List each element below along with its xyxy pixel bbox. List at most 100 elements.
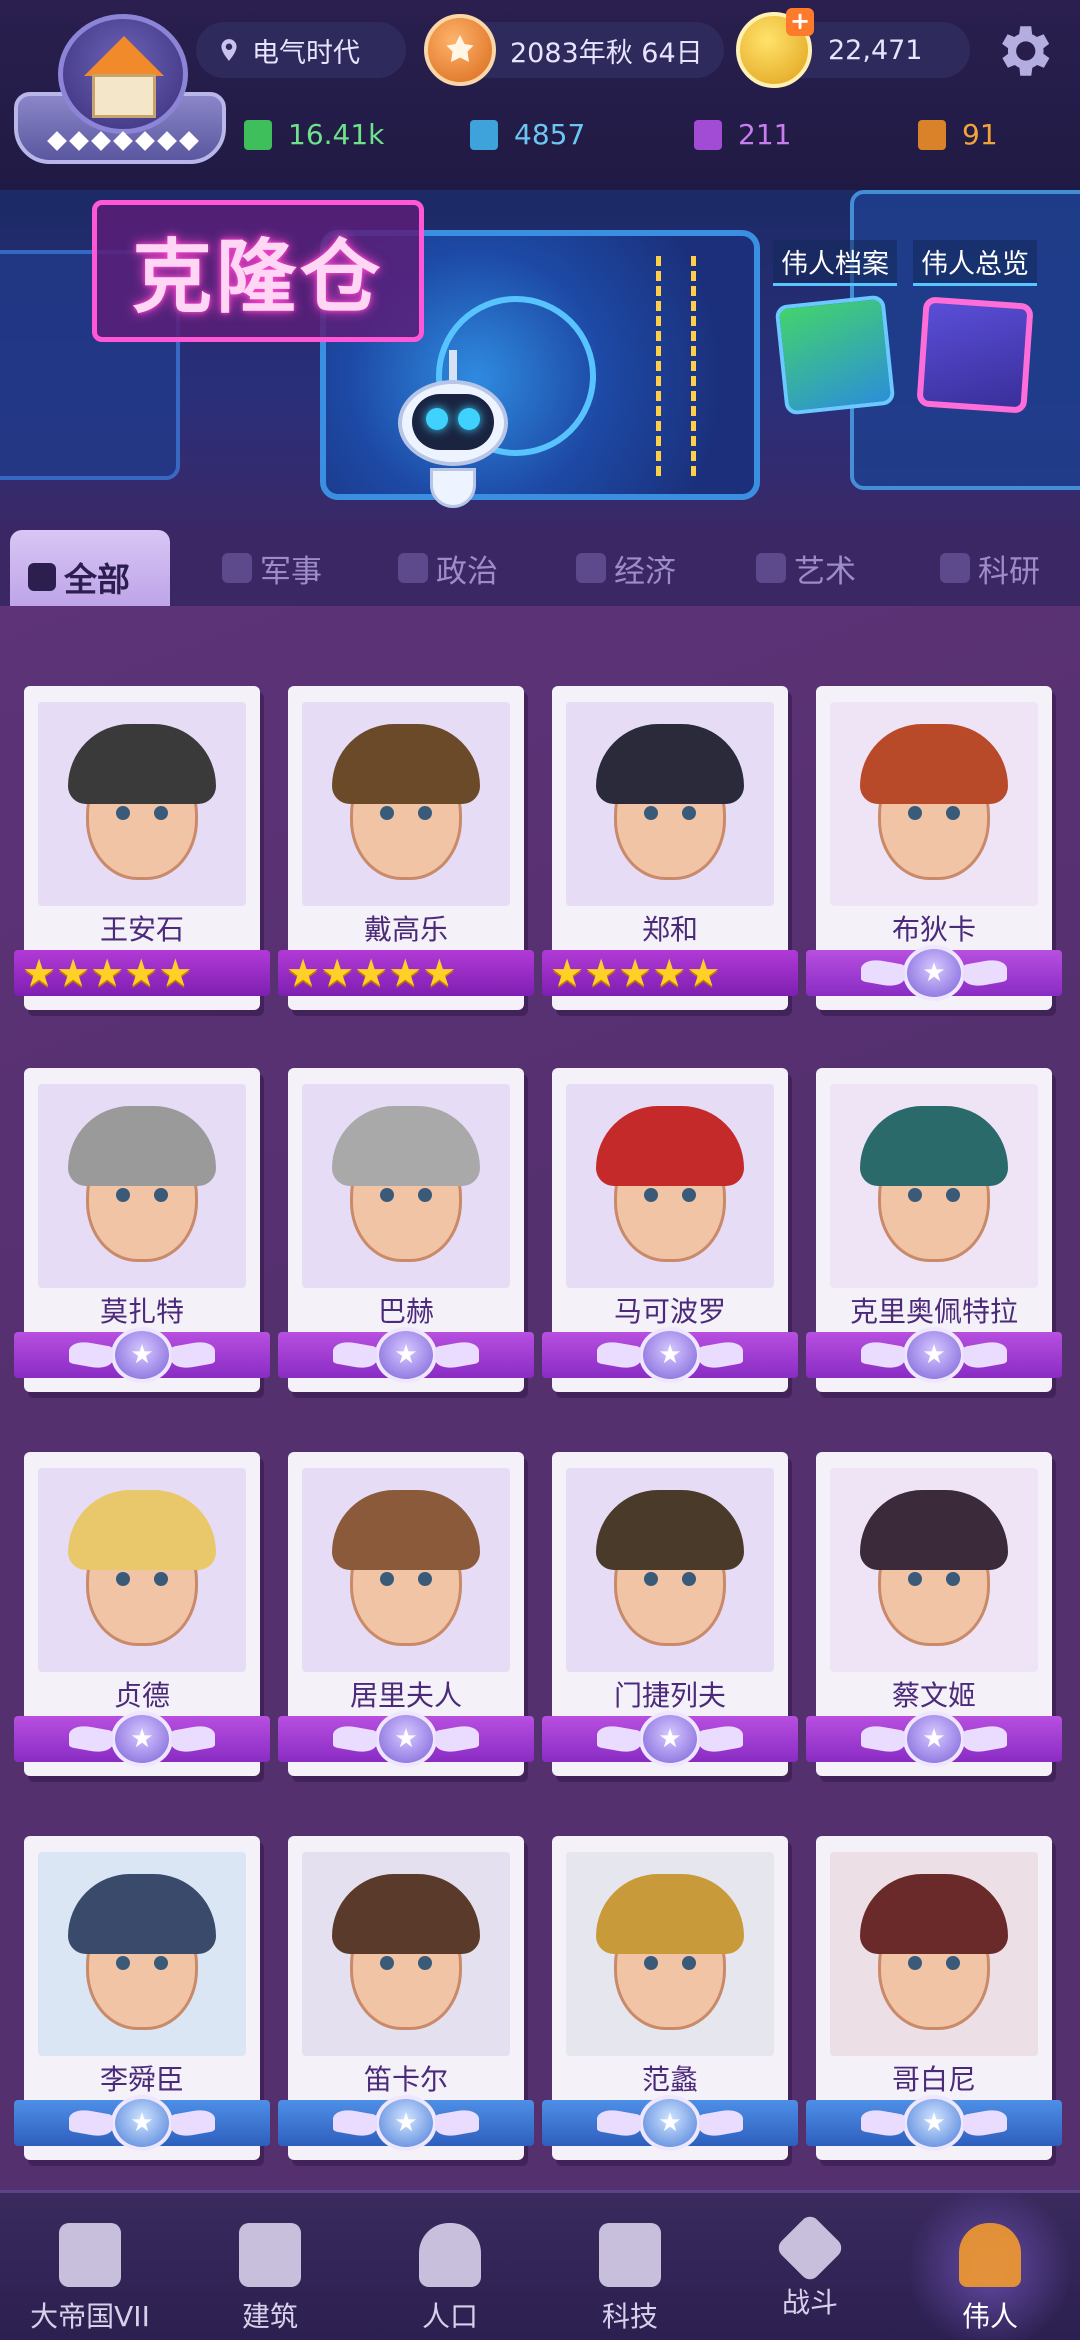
star-icon: ★ [550,951,585,995]
hero-portrait [38,1852,246,2056]
hero-name: 巴赫 [377,1295,434,1328]
top-bar: 电气时代 2083年秋 64日 + 22,471 16.41k 4857 211… [0,0,1080,190]
nav-population[interactable]: 人口 [360,2193,540,2340]
winged-star-emblem-icon: ★ [903,1711,965,1767]
archive-box-icon [774,294,896,416]
rank-ribbon: ★ [806,945,1062,1001]
rank-ribbon: ★ [278,2095,534,2151]
winged-star-emblem-icon: ★ [903,945,965,1001]
tab-research[interactable]: 科研 [940,544,1040,592]
autumn-leaf-icon [424,14,496,86]
hero-name: 贞德 [113,1679,170,1712]
nav-label: 伟人 [961,2300,1018,2333]
resource-value: 16.41k [288,118,385,151]
rank-ribbon: ★ [14,1327,270,1383]
resource-value: 4857 [514,118,586,151]
hero-card[interactable]: 巴赫 ★ [278,1068,534,1392]
hero-name: 李舜臣 [99,2063,184,2096]
star-icon: ★ [56,951,91,995]
hero-card[interactable]: 马可波罗 ★ [542,1068,798,1392]
purple-resource-icon [694,119,722,150]
hero-portrait [566,702,774,906]
hero-portrait [830,1852,1038,2056]
hero-card[interactable]: 郑和 ★ ★ ★ ★ ★ [542,686,798,1010]
hero-card[interactable]: 李舜臣 ★ [14,1836,270,2160]
hero-card[interactable]: 居里夫人 ★ [278,1452,534,1776]
hero-portrait [38,1468,246,1672]
nav-empire[interactable]: 大帝国VII [0,2193,180,2340]
hero-archive-label: 伟人档案 [773,240,897,286]
resource-value: 211 [738,118,792,151]
hero-card[interactable]: 门捷列夫 ★ [542,1452,798,1776]
tab-label: 全部 [64,560,130,599]
gold-coin-icon: + [736,8,814,88]
robot-mascot-icon [398,350,508,510]
nav-technology[interactable]: 科技 [540,2193,720,2340]
hero-portrait [830,1084,1038,1288]
hero-card[interactable]: 贞德 ★ [14,1452,270,1776]
palette-icon [756,553,786,583]
hero-card[interactable]: 范蠡 ★ [542,1836,798,2160]
coin-amount: 22,471 [828,34,923,66]
nav-great-people[interactable]: 伟人 [900,2193,1080,2340]
hero-portrait [830,1468,1038,1672]
flask-icon [940,553,970,583]
hero-card[interactable]: 哥白尼 ★ [806,1836,1062,2160]
gear-icon[interactable] [990,18,1056,84]
tab-economy[interactable]: 经济 [576,544,676,592]
add-coins-button[interactable]: + [786,8,814,36]
swords-icon [774,2212,846,2284]
tab-military[interactable]: 军事 [222,544,322,592]
star-icon: ★ [354,951,389,995]
hero-portrait [302,1468,510,1672]
hero-card[interactable]: 克里奥佩特拉 ★ [806,1068,1062,1392]
hero-card[interactable]: 戴高乐 ★ ★ ★ ★ ★ [278,686,534,1010]
category-tabs: 全部 军事 政治 经济 艺术 科研 [0,530,1080,624]
grid-icon [28,563,56,591]
map-pin-icon [221,39,237,61]
tab-art[interactable]: 艺术 [756,544,856,592]
winged-star-emblem-icon: ★ [111,1327,173,1383]
rank-ribbon: ★ [278,1711,534,1767]
hero-card[interactable]: 笛卡尔 ★ [278,1836,534,2160]
empire-logo-icon[interactable] [14,14,226,174]
hero-name: 哥白尼 [891,2063,976,2096]
tab-label: 艺术 [794,553,856,590]
hero-name: 居里夫人 [349,1679,462,1712]
star-icon: ★ [286,951,321,995]
era-indicator[interactable]: 电气时代 [196,22,406,78]
banner-title: 克隆仓 [92,200,424,342]
hero-overview-button[interactable]: 伟人总览 [880,240,1070,414]
winged-star-emblem-icon: ★ [639,1327,701,1383]
rank-ribbon: ★ ★ ★ ★ ★ [542,950,798,996]
hero-name: 笛卡尔 [363,2063,448,2096]
hero-portrait [566,1852,774,2056]
hero-card[interactable]: 王安石 ★ ★ ★ ★ ★ [14,686,270,1010]
date-label: 2083年秋 64日 [510,37,703,69]
dna-helix-icon [656,256,696,476]
logo-roof [84,36,164,76]
hero-card[interactable]: 布狄卡 ★ [806,686,1062,1010]
star-icon: ★ [652,951,687,995]
hero-card[interactable]: 莫扎特 ★ [14,1068,270,1392]
date-indicator[interactable]: 2083年秋 64日 [424,14,724,86]
nav-battle[interactable]: 战斗 [720,2193,900,2340]
hero-portrait [566,1468,774,1672]
hero-portrait [566,1084,774,1288]
star-icon: ★ [320,951,355,995]
hero-portrait [38,702,246,906]
resource-orange: 91 [918,118,998,151]
green-resource-icon [244,119,272,150]
tab-politics[interactable]: 政治 [398,544,498,592]
rank-ribbon: ★ [14,2095,270,2151]
hero-card[interactable]: 蔡文姬 ★ [806,1452,1062,1776]
statue-icon [959,2223,1021,2287]
hero-name: 马可波罗 [613,1295,726,1328]
resource-green: 16.41k [244,118,384,151]
hero-name: 莫扎特 [99,1295,184,1328]
rank-ribbon: ★ [806,1711,1062,1767]
coin-balance[interactable]: + 22,471 [736,8,970,88]
nav-label: 建筑 [241,2300,298,2333]
nav-buildings[interactable]: 建筑 [180,2193,360,2340]
hero-name: 门捷列夫 [613,1679,726,1712]
